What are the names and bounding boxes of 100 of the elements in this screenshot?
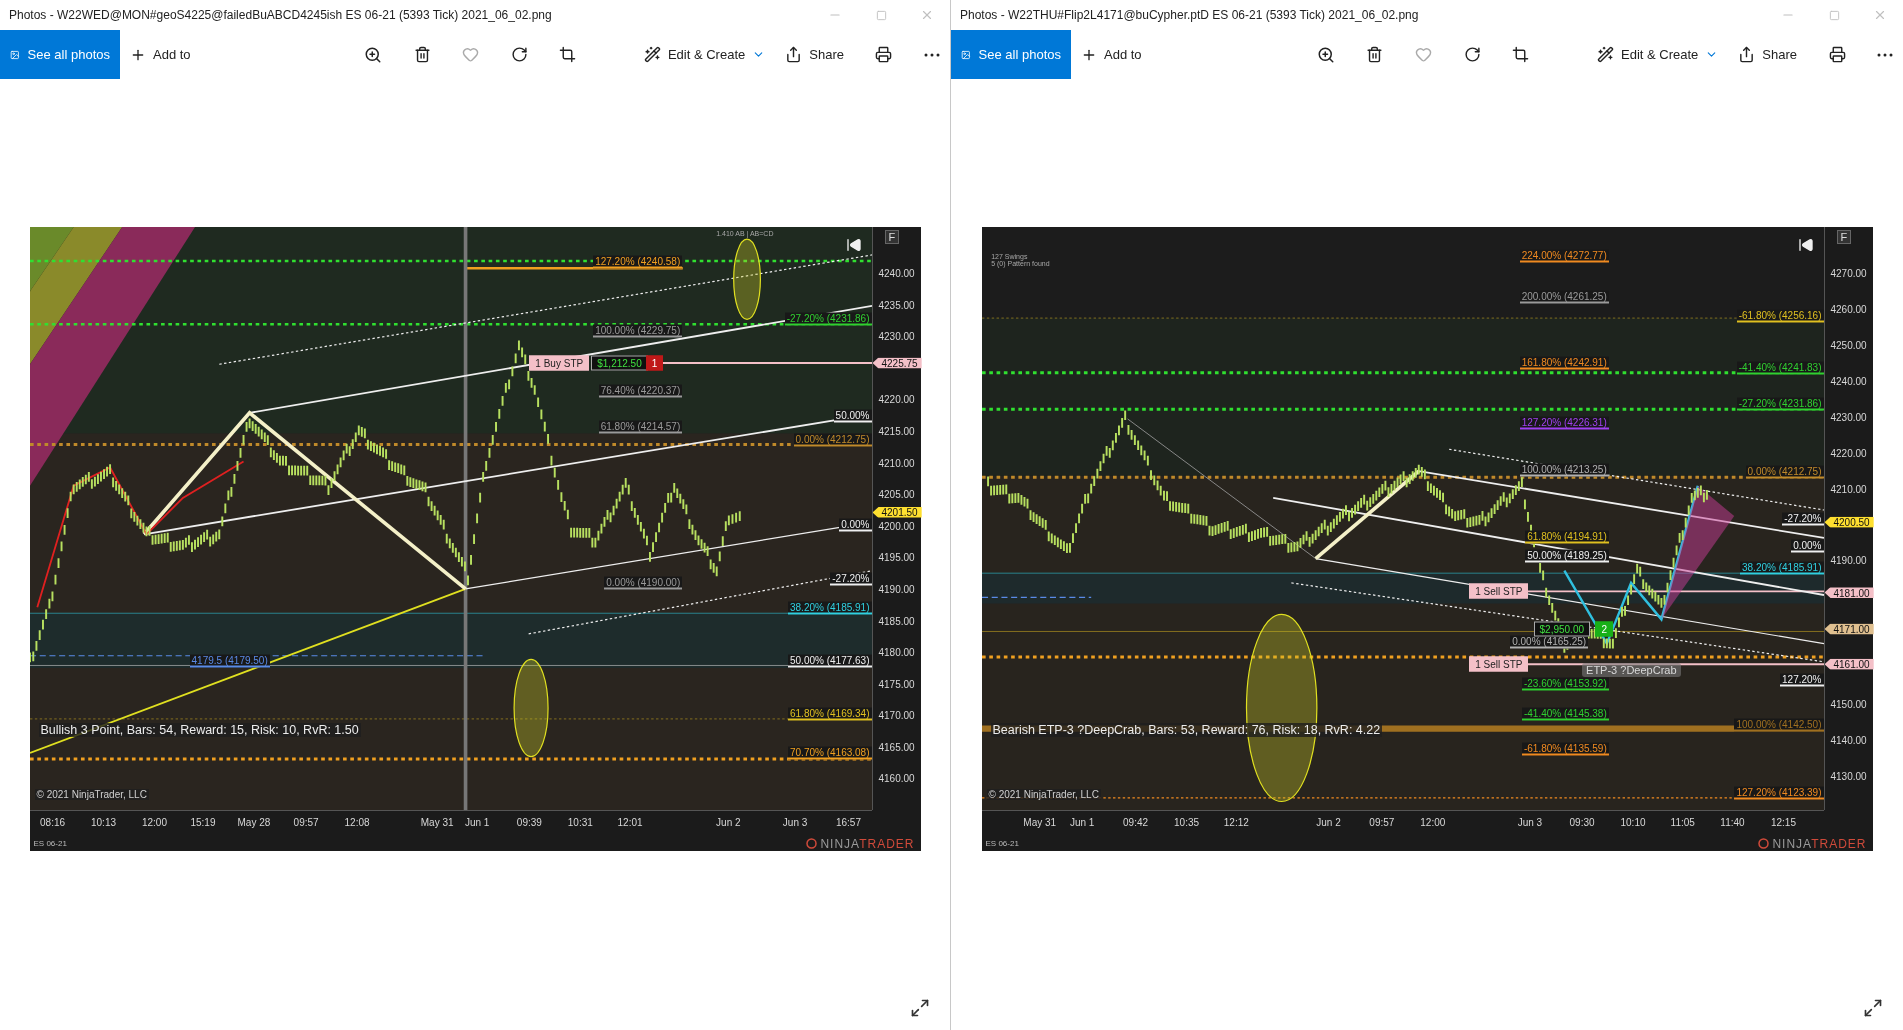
level-label: 200.00% (4261.25) [1519, 290, 1609, 304]
logo-text: NINJATRADER [820, 836, 915, 851]
trash-icon [1366, 46, 1384, 63]
axis-label: 4185.00 [878, 615, 915, 626]
profit-label[interactable]: $1,212.50 [591, 355, 648, 371]
axis-label: 4240.00 [1830, 375, 1867, 387]
price-tag: 4225.75 [872, 357, 922, 369]
wand-icon [643, 46, 661, 63]
axis-label: 4175.00 [878, 678, 915, 690]
price-tag: 4161.00 [1824, 658, 1874, 670]
level-label: 161.80% (4242.91) [1519, 356, 1609, 370]
time-label: 09:30 [1569, 817, 1595, 828]
axis-label: 4215.00 [878, 425, 915, 437]
pattern-label: ETP-3 ?DeepCrab [1582, 663, 1681, 678]
level-label: 50.00% (4189.25) [1525, 549, 1609, 563]
time-label: 12:08 [344, 817, 370, 828]
axis-label: 4230.00 [1830, 411, 1867, 423]
level-label: 0.00% (4212.75) [793, 433, 872, 447]
order-label[interactable]: 1 Buy STP [529, 355, 590, 371]
profit-label[interactable]: $2,950.00 [1533, 621, 1591, 637]
time-label: 12:00 [141, 817, 167, 828]
time-label: 11:40 [1720, 817, 1745, 828]
logo-text: NINJATRADER [1772, 836, 1867, 851]
f-button[interactable]: F [1836, 230, 1852, 244]
level-label: 70.70% (4163.08) [788, 746, 872, 760]
time-label: 12:00 [1420, 817, 1446, 828]
see-all-photos-button[interactable]: See all photos [0, 30, 120, 79]
time-label: 11:05 [1670, 817, 1695, 828]
level-label: 61.80% (4169.34) [788, 707, 872, 721]
level-label: 50.00% [833, 409, 872, 423]
copyright-text: © 2021 NinjaTrader, LLC [34, 788, 149, 800]
share-icon [1738, 46, 1756, 63]
level-label: 38.20% (4185.91) [1740, 561, 1824, 575]
axis-label: 4210.00 [1830, 483, 1867, 495]
edit-create-button[interactable]: Edit & Create [1587, 34, 1729, 75]
heart-icon [462, 46, 479, 63]
axis-label: 4140.00 [1830, 734, 1867, 746]
time-label: 16:57 [835, 817, 861, 828]
trash-icon [413, 46, 431, 63]
price-tag: 4200.50 [1824, 516, 1874, 528]
level-label: -61.80% (4256.16) [1736, 309, 1824, 323]
time-label: 10:35 [1174, 817, 1200, 828]
level-label: -41.40% (4241.83) [1736, 361, 1824, 375]
order-label[interactable]: 1 Sell STP [1469, 656, 1529, 672]
add-to-button[interactable]: Add to [120, 34, 201, 75]
level-label: 100.00% (4142.50) [1734, 718, 1824, 732]
axis-label: 4150.00 [1830, 698, 1867, 710]
time-label: May 31 [1023, 817, 1057, 828]
share-button[interactable]: Share [775, 34, 854, 75]
see-all-photos-button[interactable]: See all photos [951, 30, 1071, 79]
level-label: -41.40% (4145.38) [1521, 707, 1609, 721]
f-button[interactable]: F [884, 230, 900, 244]
level-label: -61.80% (4135.59) [1521, 742, 1609, 756]
axis-label: 4200.00 [878, 520, 915, 532]
logo-icon [806, 838, 818, 849]
level-label: -27.20% (4231.86) [784, 312, 872, 326]
axis-label: 4190.00 [1830, 554, 1867, 566]
time-label: 10:31 [567, 817, 593, 828]
price-tag: 4201.50 [872, 506, 922, 518]
axis-label: 4220.00 [1830, 447, 1867, 459]
level-label: -27.20% [830, 572, 872, 586]
axis-label: 4260.00 [1830, 303, 1867, 315]
wand-icon [1597, 46, 1614, 63]
rotate-icon [510, 46, 528, 63]
axis-label: 4240.00 [878, 267, 915, 279]
time-label: 15:19 [190, 817, 216, 828]
axis-label: 4230.00 [878, 330, 915, 342]
symbol-label: ES 06-21 [985, 839, 1019, 848]
axis-label: 4180.00 [878, 646, 915, 658]
axis-label: 4235.00 [878, 299, 915, 311]
printer-icon [1828, 46, 1846, 63]
level-label: 38.20% (4185.91) [788, 601, 872, 615]
share-icon [785, 46, 803, 63]
quantity-label[interactable]: 1 [645, 355, 664, 371]
time-label: May 31 [420, 817, 454, 828]
time-label: Jun 3 [1517, 817, 1543, 828]
level-label: 61.80% (4214.57) [598, 420, 683, 434]
axis-label: 4160.00 [878, 772, 915, 784]
price-tag: 4171.00 [1824, 623, 1874, 635]
share-button[interactable]: Share [1728, 34, 1807, 75]
level-label: 0.00% [839, 518, 872, 532]
level-label: -27.20% [1782, 512, 1824, 525]
skip-back-icon[interactable] [845, 237, 862, 253]
heart-icon [1415, 46, 1432, 63]
crop-icon [1512, 46, 1530, 63]
edit-create-button[interactable]: Edit & Create [633, 34, 776, 75]
time-label: Jun 1 [1069, 817, 1095, 828]
axis-label: 4165.00 [878, 741, 915, 753]
zoom-in-icon [1316, 45, 1335, 64]
skip-back-icon[interactable] [1797, 237, 1814, 253]
window-title: Photos - W22WED@MON#geoS4225@failedBuABCD4245ish ES 06-21 (5393 Tick) 2021_06_02.png [9, 8, 553, 22]
order-label[interactable]: 1 Sell STP [1469, 583, 1529, 599]
add-to-button[interactable]: Add to [1071, 34, 1152, 75]
printer-icon [875, 46, 893, 63]
expand-icon[interactable] [910, 998, 930, 1018]
level-label: 127.20% (4226.31) [1519, 416, 1609, 430]
expand-icon[interactable] [1863, 998, 1883, 1018]
zoom-in-icon [364, 45, 382, 64]
axis-label: 4250.00 [1830, 339, 1867, 351]
time-label: 09:39 [516, 817, 542, 828]
